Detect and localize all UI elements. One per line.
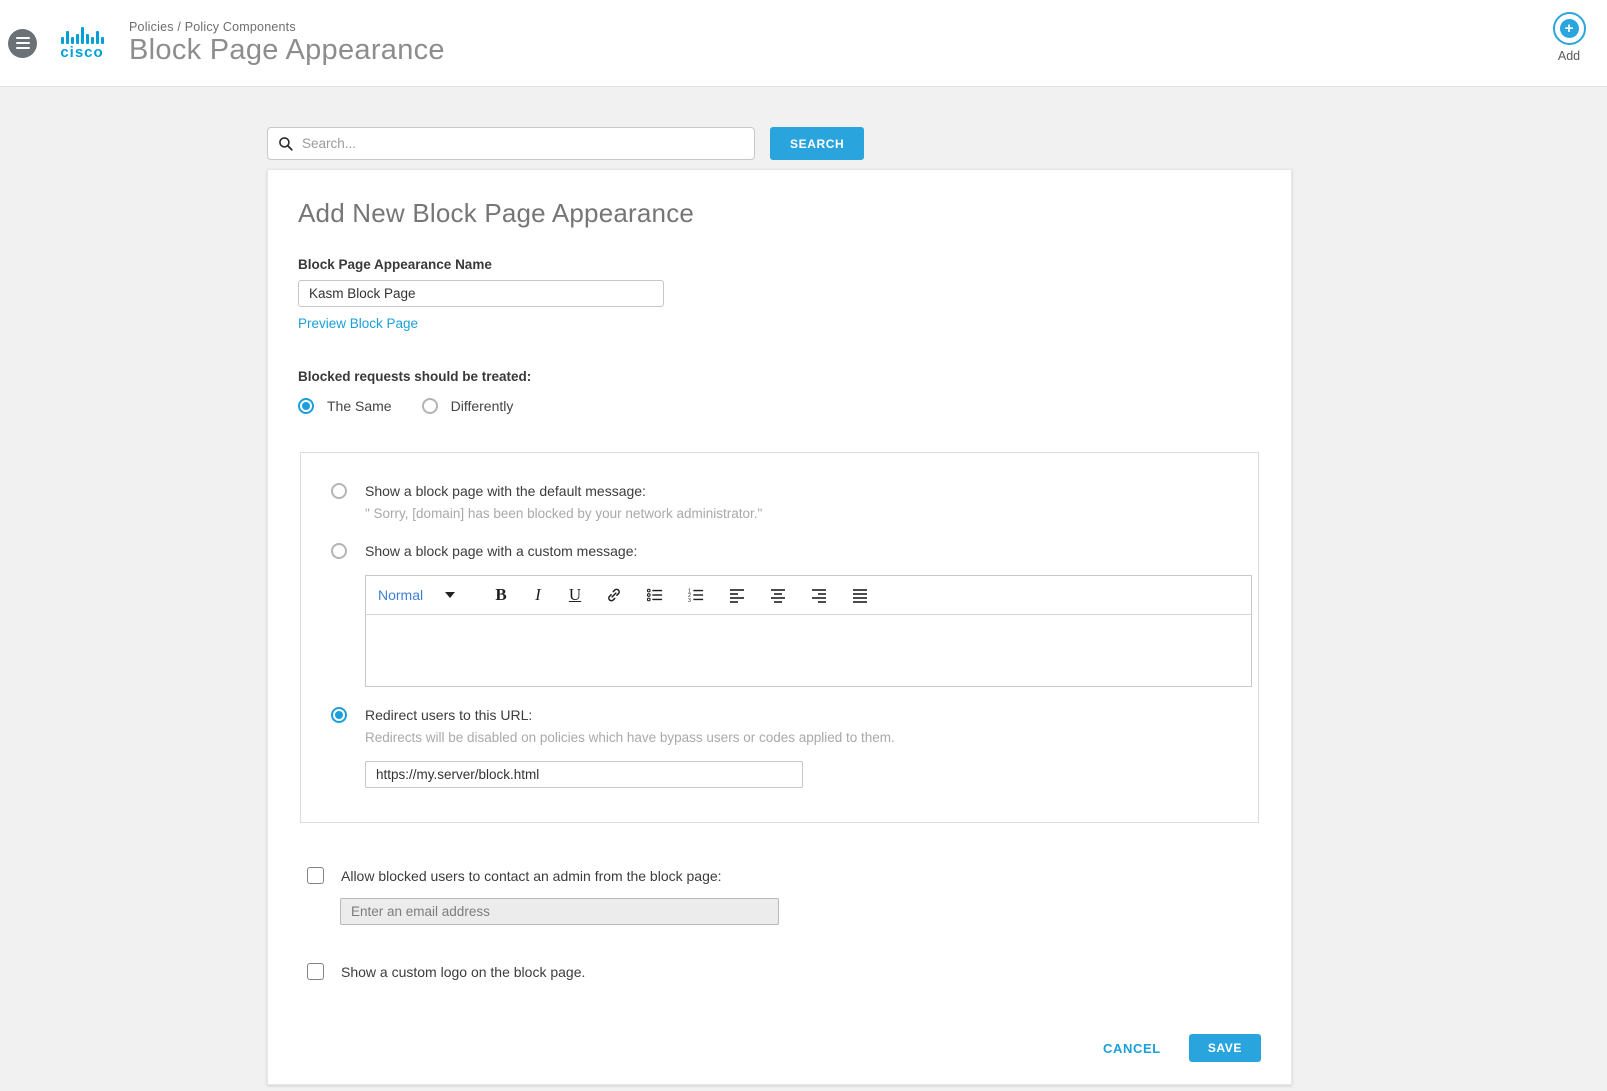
ordered-list-icon[interactable]: 1 2 3 — [684, 583, 708, 607]
custom-message-editor-body[interactable] — [366, 615, 1251, 686]
add-block-page-card: Add New Block Page Appearance Block Page… — [267, 169, 1292, 1085]
radio-the-same-label: The Same — [327, 398, 392, 414]
preview-block-page-link[interactable]: Preview Block Page — [298, 316, 418, 331]
align-justify-icon[interactable] — [848, 583, 872, 607]
card-actions: CANCEL SAVE — [298, 1034, 1261, 1062]
redirect-url-input[interactable] — [365, 761, 803, 788]
hamburger-icon — [16, 37, 30, 40]
block-page-options-box: Show a block page with the default messa… — [300, 452, 1259, 823]
name-field-label: Block Page Appearance Name — [298, 257, 1261, 272]
app-header: cisco Policies / Policy Components Block… — [0, 0, 1607, 87]
block-page-name-input[interactable] — [298, 280, 664, 307]
underline-icon[interactable]: U — [565, 583, 585, 607]
cisco-logo-wordmark: cisco — [60, 45, 103, 60]
search-button[interactable]: SEARCH — [770, 127, 864, 160]
option-default-message-label: Show a block page with the default messa… — [365, 483, 646, 499]
svg-text:3: 3 — [688, 598, 691, 603]
search-row: SEARCH — [267, 127, 1607, 160]
search-input[interactable] — [302, 136, 744, 151]
editor-toolbar: Normal B I U — [366, 576, 1251, 615]
card-title: Add New Block Page Appearance — [298, 198, 1261, 229]
search-box — [267, 127, 755, 160]
search-icon — [278, 136, 294, 152]
treated-label: Blocked requests should be treated: — [298, 369, 1261, 384]
radio-default-message[interactable] — [331, 483, 347, 499]
option-redirect-url[interactable]: Redirect users to this URL: — [331, 707, 1228, 723]
radio-option-the-same[interactable]: The Same — [298, 398, 392, 414]
bullet-list-icon[interactable] — [643, 583, 667, 607]
format-dropdown-value: Normal — [378, 587, 423, 603]
treated-radio-group: The Same Differently — [298, 398, 1261, 414]
radio-option-differently[interactable]: Differently — [422, 398, 514, 414]
cancel-button[interactable]: CANCEL — [1103, 1041, 1161, 1056]
custom-logo-row[interactable]: Show a custom logo on the block page. — [307, 963, 1261, 980]
custom-logo-label: Show a custom logo on the block page. — [341, 964, 585, 980]
radio-the-same[interactable] — [298, 398, 314, 414]
custom-message-editor: Normal B I U — [365, 575, 1252, 687]
option-custom-message-label: Show a block page with a custom message: — [365, 543, 637, 559]
option-custom-message[interactable]: Show a block page with a custom message: — [331, 543, 1228, 559]
page-title: Block Page Appearance — [129, 35, 445, 67]
contact-admin-checkbox[interactable] — [307, 867, 324, 884]
admin-email-input — [340, 898, 779, 925]
cisco-logo-bars-icon — [61, 26, 104, 44]
plus-icon: + — [1560, 19, 1579, 38]
treated-section: Blocked requests should be treated: The … — [298, 369, 1261, 414]
format-dropdown[interactable]: Normal — [378, 587, 474, 603]
align-left-icon[interactable] — [725, 583, 749, 607]
bold-icon[interactable]: B — [491, 583, 511, 607]
option-redirect-url-subtext: Redirects will be disabled on policies w… — [365, 730, 1228, 745]
contact-admin-row[interactable]: Allow blocked users to contact an admin … — [307, 867, 1261, 884]
link-icon[interactable] — [602, 583, 626, 607]
checkbox-section: Allow blocked users to contact an admin … — [298, 867, 1261, 980]
align-right-icon[interactable] — [807, 583, 831, 607]
chevron-down-icon — [445, 592, 455, 598]
header-titles: Policies / Policy Components Block Page … — [129, 20, 445, 67]
custom-logo-checkbox[interactable] — [307, 963, 324, 980]
radio-differently-label: Differently — [451, 398, 514, 414]
option-default-message-subtext: " Sorry, [domain] has been blocked by yo… — [365, 506, 1228, 521]
radio-custom-message[interactable] — [331, 543, 347, 559]
radio-differently[interactable] — [422, 398, 438, 414]
italic-icon[interactable]: I — [528, 583, 548, 607]
save-button[interactable]: SAVE — [1189, 1034, 1261, 1062]
contact-admin-label: Allow blocked users to contact an admin … — [341, 868, 722, 884]
option-redirect-url-label: Redirect users to this URL: — [365, 707, 532, 723]
add-circle-icon: + — [1553, 12, 1586, 45]
cisco-logo: cisco — [53, 26, 111, 60]
add-button[interactable]: + Add — [1547, 12, 1591, 63]
align-center-icon[interactable] — [766, 583, 790, 607]
hamburger-menu-button[interactable] — [8, 29, 37, 58]
main-content: SEARCH Add New Block Page Appearance Blo… — [0, 87, 1607, 1085]
option-default-message[interactable]: Show a block page with the default messa… — [331, 483, 1228, 499]
radio-redirect-url[interactable] — [331, 707, 347, 723]
add-button-label: Add — [1547, 49, 1591, 63]
breadcrumb[interactable]: Policies / Policy Components — [129, 20, 445, 34]
